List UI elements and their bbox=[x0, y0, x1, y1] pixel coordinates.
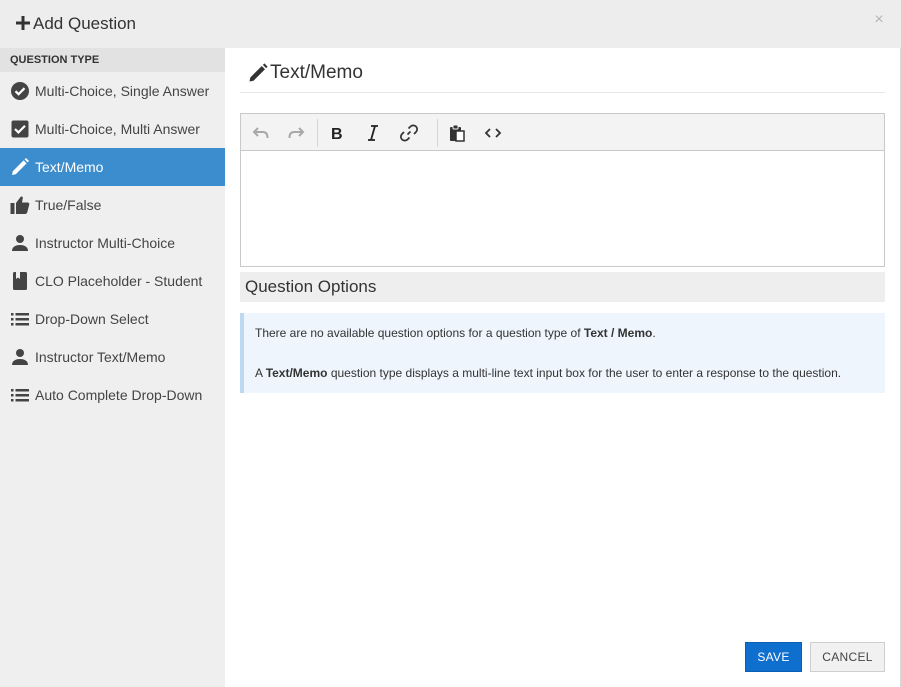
link-icon[interactable] bbox=[399, 123, 419, 143]
sidebar-item-true-false[interactable]: True/False bbox=[0, 186, 225, 224]
title-divider bbox=[240, 92, 885, 93]
question-options-notice: There are no available question options … bbox=[240, 313, 885, 393]
question-editor-panel: Text/Memo B Question Options There are n… bbox=[225, 48, 900, 687]
check-square-icon bbox=[10, 119, 30, 139]
rich-text-editor: B bbox=[240, 113, 885, 267]
sidebar-item-label: Instructor Multi-Choice bbox=[35, 235, 176, 251]
editor-toolbar: B bbox=[241, 114, 884, 151]
sidebar-item-drop-down-select[interactable]: Drop-Down Select bbox=[0, 300, 225, 338]
sidebar-item-label: CLO Placeholder - Student bbox=[35, 273, 203, 289]
dialog-header: Add Question × bbox=[0, 0, 901, 48]
person-icon bbox=[10, 347, 30, 367]
toolbar-separator bbox=[317, 119, 318, 147]
save-button[interactable]: SAVE bbox=[745, 642, 802, 672]
pencil-icon bbox=[247, 62, 269, 84]
sidebar-item-clo-placeholder[interactable]: CLO Placeholder - Student bbox=[0, 262, 225, 300]
sidebar-item-label: Multi-Choice, Multi Answer bbox=[35, 121, 200, 137]
italic-icon[interactable] bbox=[363, 123, 383, 143]
sidebar-item-label: Text/Memo bbox=[35, 159, 104, 175]
notice-line-1: There are no available question options … bbox=[255, 326, 656, 340]
add-question-dialog: Add Question × QUESTION TYPE Multi-Choic… bbox=[0, 0, 901, 687]
list-icon bbox=[10, 309, 30, 329]
dialog-title: Add Question bbox=[33, 14, 137, 33]
notice-line-2: A Text/Memo question type displays a mul… bbox=[255, 366, 842, 380]
svg-text:B: B bbox=[331, 126, 343, 143]
sidebar-item-label: Instructor Text/Memo bbox=[35, 349, 166, 365]
sidebar-item-multi-choice-multi[interactable]: Multi-Choice, Multi Answer bbox=[0, 110, 225, 148]
cancel-button[interactable]: CANCEL bbox=[810, 642, 885, 672]
paste-icon[interactable] bbox=[447, 123, 467, 143]
thumbs-up-icon bbox=[10, 195, 30, 215]
question-type-title: Text/Memo bbox=[270, 62, 363, 83]
person-icon bbox=[10, 233, 30, 253]
sidebar-item-instructor-text-memo[interactable]: Instructor Text/Memo bbox=[0, 338, 225, 376]
pencil-icon bbox=[10, 157, 30, 177]
question-type-sidebar: QUESTION TYPE Multi-Choice, Single Answe… bbox=[0, 48, 225, 687]
sidebar-item-label: Multi-Choice, Single Answer bbox=[35, 83, 210, 99]
book-icon bbox=[10, 271, 30, 291]
close-icon[interactable]: × bbox=[872, 12, 886, 28]
check-circle-icon bbox=[10, 81, 30, 101]
sidebar-item-auto-complete-drop-down[interactable]: Auto Complete Drop-Down bbox=[0, 376, 225, 414]
sidebar-item-label: Auto Complete Drop-Down bbox=[35, 387, 203, 403]
sidebar-item-text-memo[interactable]: Text/Memo bbox=[0, 148, 225, 186]
sidebar-item-label: True/False bbox=[35, 197, 102, 213]
sidebar-item-instructor-multi-choice[interactable]: Instructor Multi-Choice bbox=[0, 224, 225, 262]
toolbar-separator bbox=[437, 119, 438, 147]
editor-text-area[interactable] bbox=[241, 151, 884, 266]
sidebar-item-multi-choice-single[interactable]: Multi-Choice, Single Answer bbox=[0, 72, 225, 110]
list-icon bbox=[10, 385, 30, 405]
sidebar-item-label: Drop-Down Select bbox=[35, 311, 149, 327]
redo-icon[interactable] bbox=[286, 123, 306, 143]
question-options-heading: Question Options bbox=[240, 272, 885, 302]
undo-icon[interactable] bbox=[251, 123, 271, 143]
code-icon[interactable] bbox=[483, 123, 503, 143]
sidebar-heading: QUESTION TYPE bbox=[0, 48, 225, 72]
plus-icon bbox=[14, 14, 32, 32]
bold-icon[interactable]: B bbox=[327, 123, 347, 143]
